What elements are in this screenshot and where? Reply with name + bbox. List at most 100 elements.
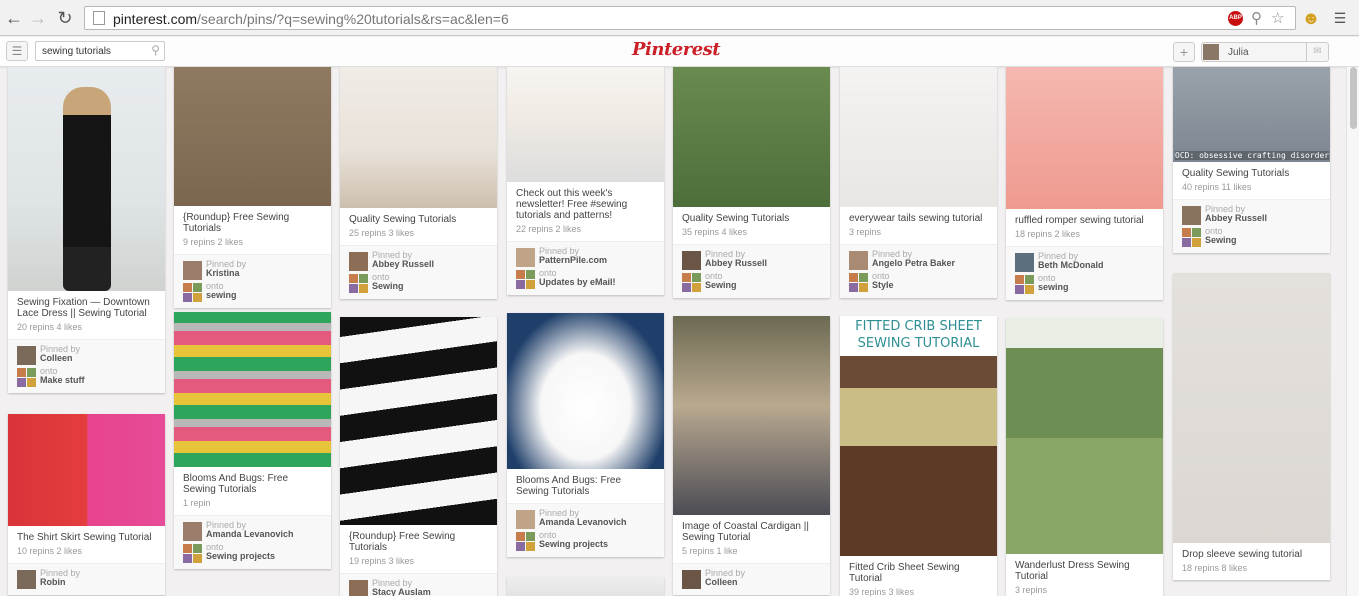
board-thumbnail[interactable]	[682, 273, 701, 292]
pin-card[interactable]: Quality Sewing Tutorials 25 repins 3 like…	[340, 67, 497, 299]
pinner-name-link[interactable]: Abbey Russell	[1205, 214, 1321, 223]
messages-icon[interactable]: ✉	[1306, 43, 1328, 61]
pin-image[interactable]	[1173, 273, 1330, 543]
pinned-by-row: Pinned by Angelo Petra Baker	[849, 250, 988, 272]
pinner-name-link[interactable]: Colleen	[705, 578, 821, 587]
pinner-name-link[interactable]: Beth McDonald	[1038, 261, 1154, 270]
pinner-name-link[interactable]: Amanda Levanovich	[206, 530, 322, 539]
pin-image[interactable]	[507, 313, 664, 469]
pin-card[interactable]: Sewing Fixation — Downtown Lace Dress ||…	[8, 67, 165, 393]
address-bar[interactable]: pinterest.com/search/pins/?q=sewing%20tu…	[84, 6, 1296, 30]
pin-image[interactable]	[507, 577, 664, 596]
pinner-name-link[interactable]: Angelo Petra Baker	[872, 259, 988, 268]
pinner-avatar[interactable]	[516, 248, 535, 267]
adblock-icon[interactable]: ABP	[1228, 11, 1243, 26]
search-engine-icon[interactable]: ⚲	[1251, 9, 1262, 27]
pin-card[interactable]: Wanderlust Dress Sewing Tutorial 3 repins	[1006, 318, 1163, 596]
board-name-link[interactable]: Make stuff	[40, 376, 156, 385]
pin-image[interactable]	[340, 67, 497, 208]
reload-icon[interactable]: ↻	[55, 8, 75, 28]
board-name-link[interactable]: sewing	[206, 291, 322, 300]
pin-image[interactable]	[673, 316, 830, 515]
board-name-link[interactable]: Sewing projects	[539, 540, 655, 549]
pin-card[interactable]: {Roundup} Free Sewing Tutorials 19 repins…	[340, 317, 497, 596]
pin-card[interactable]: Blooms And Bugs: Free Sewing Tutorials 1 …	[174, 312, 331, 569]
board-thumbnail[interactable]	[516, 270, 535, 289]
pinner-name-link[interactable]: Colleen	[40, 354, 156, 363]
board-name-link[interactable]: Style	[872, 281, 988, 290]
board-thumbnail[interactable]	[17, 368, 36, 387]
pin-image[interactable]	[174, 67, 331, 206]
pin-card[interactable]: Drop sleeve sewing tutorial 18 repins 8 l…	[1173, 273, 1330, 580]
board-thumbnail[interactable]	[1182, 228, 1201, 247]
user-menu[interactable]: Julia ✉	[1201, 42, 1329, 62]
pinner-name-link[interactable]: Amanda Levanovich	[539, 518, 655, 527]
menu-button[interactable]: ☰	[6, 41, 28, 61]
page-scrollbar[interactable]	[1346, 67, 1359, 596]
add-pin-button[interactable]: +	[1173, 42, 1195, 62]
url-text[interactable]: pinterest.com/search/pins/?q=sewing%20tu…	[113, 11, 509, 27]
back-arrow-icon[interactable]: ←	[4, 8, 24, 28]
bookmark-star-icon[interactable]: ☆	[1271, 9, 1284, 27]
pin-image[interactable]	[1006, 318, 1163, 554]
pin-image[interactable]	[8, 67, 165, 291]
pinner-avatar[interactable]	[1015, 253, 1034, 272]
pinner-name-link[interactable]: Robin	[40, 578, 156, 587]
pin-card[interactable]	[507, 577, 664, 596]
pinner-name-link[interactable]: PatternPile.com	[539, 256, 655, 265]
pin-card[interactable]: The Shirt Skirt Sewing Tutorial 10 repins…	[8, 414, 165, 595]
pinner-avatar[interactable]	[849, 251, 868, 270]
board-name-link[interactable]: Updates by eMail!	[539, 278, 655, 287]
pin-card[interactable]: Image of Coastal Cardigan || Sewing Tuto…	[673, 316, 830, 595]
board-name-link[interactable]: Sewing	[705, 281, 821, 290]
pin-image[interactable]: OCD: obsessive crafting disorder	[1173, 67, 1330, 162]
search-input[interactable]	[36, 42, 144, 60]
pin-card[interactable]: {Roundup} Free Sewing Tutorials 9 repins …	[174, 67, 331, 308]
forward-arrow-icon[interactable]: →	[28, 8, 48, 28]
pinner-avatar[interactable]	[1182, 206, 1201, 225]
pinner-avatar[interactable]	[516, 510, 535, 529]
pinterest-logo[interactable]: Pinterest	[632, 39, 721, 60]
board-thumbnail[interactable]	[183, 283, 202, 302]
extension-icon[interactable]: ☻	[1301, 8, 1321, 28]
pinner-name-link[interactable]: Kristina	[206, 269, 322, 278]
pin-card[interactable]: Blooms And Bugs: Free Sewing Tutorials Pi…	[507, 313, 664, 557]
pinner-avatar[interactable]	[17, 570, 36, 589]
pin-card[interactable]: Check out this week's newsletter! Free #…	[507, 67, 664, 295]
pin-image[interactable]	[8, 414, 165, 526]
pin-image[interactable]	[840, 67, 997, 207]
pin-image[interactable]: FITTED CRIB SHEET SEWING TUTORIAL	[840, 316, 997, 556]
board-thumbnail[interactable]	[1015, 275, 1034, 294]
search-icon[interactable]: ⚲	[151, 43, 160, 57]
pinner-avatar[interactable]	[682, 570, 701, 589]
board-name-link[interactable]: Sewing	[372, 282, 488, 291]
pinner-avatar[interactable]	[349, 580, 368, 596]
menu-icon[interactable]: ☰	[1330, 8, 1350, 28]
board-thumbnail[interactable]	[349, 274, 368, 293]
pin-card[interactable]: everywear tails sewing tutorial 3 repins P…	[840, 67, 997, 298]
pin-card[interactable]: FITTED CRIB SHEET SEWING TUTORIAL Fitted …	[840, 316, 997, 596]
board-thumbnail[interactable]	[183, 544, 202, 563]
pinner-avatar[interactable]	[349, 252, 368, 271]
pinner-name-link[interactable]: Stacy Auslam	[372, 588, 488, 596]
pinner-avatar[interactable]	[183, 522, 202, 541]
pinner-name-link[interactable]: Abbey Russell	[705, 259, 821, 268]
scrollbar-thumb[interactable]	[1350, 67, 1357, 129]
board-name-link[interactable]: sewing	[1038, 283, 1154, 292]
pin-card[interactable]: OCD: obsessive crafting disorder Quality …	[1173, 67, 1330, 253]
pin-card[interactable]: ruffled romper sewing tutorial 18 repins …	[1006, 67, 1163, 300]
pin-image[interactable]	[340, 317, 497, 525]
pin-image[interactable]	[1006, 67, 1163, 209]
pin-image[interactable]	[673, 67, 830, 207]
pinner-avatar[interactable]	[17, 346, 36, 365]
pinner-name-link[interactable]: Abbey Russell	[372, 260, 488, 269]
pinner-avatar[interactable]	[183, 261, 202, 280]
pin-card[interactable]: Quality Sewing Tutorials 35 repins 4 like…	[673, 67, 830, 298]
board-thumbnail[interactable]	[516, 532, 535, 551]
board-thumbnail[interactable]	[849, 273, 868, 292]
pinner-avatar[interactable]	[682, 251, 701, 270]
pin-image[interactable]	[174, 312, 331, 467]
pin-image[interactable]	[507, 67, 664, 182]
board-name-link[interactable]: Sewing projects	[206, 552, 322, 561]
board-name-link[interactable]: Sewing	[1205, 236, 1321, 245]
